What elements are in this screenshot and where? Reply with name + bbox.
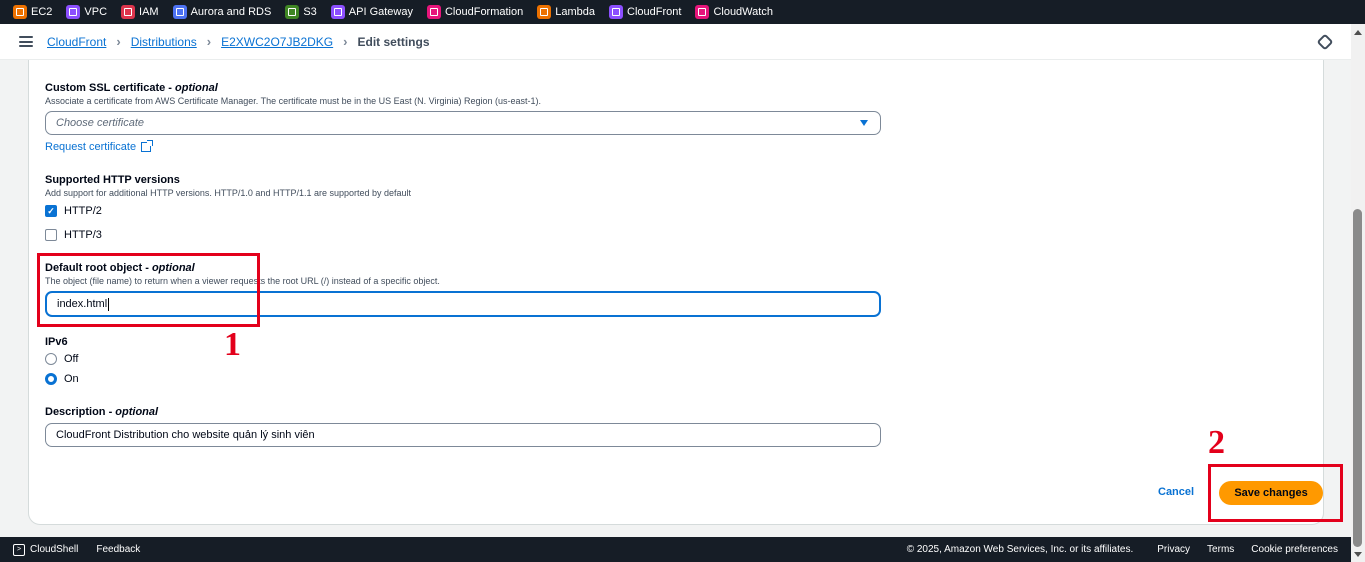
annotation-box-2 xyxy=(1208,464,1343,522)
service-shortcut-lambda[interactable]: Lambda xyxy=(537,5,595,19)
service-label: S3 xyxy=(303,6,317,18)
breadcrumb-cloudfront[interactable]: CloudFront xyxy=(47,35,106,49)
cloudwatch-icon xyxy=(695,5,710,19)
http2-checkbox[interactable]: ✓ xyxy=(45,205,57,217)
service-shortcut-rds[interactable]: Aurora and RDS xyxy=(172,5,272,19)
ipv6-label: IPv6 xyxy=(45,336,68,348)
s3-icon xyxy=(285,5,300,19)
vpc-icon xyxy=(66,5,81,19)
service-shortcut-iam[interactable]: IAM xyxy=(121,5,159,19)
http3-option[interactable]: HTTP/3 xyxy=(45,229,102,241)
ipv6-on-label: On xyxy=(64,373,79,385)
service-label: IAM xyxy=(139,6,159,18)
description-input[interactable]: CloudFront Distribution cho website quản… xyxy=(45,423,881,447)
breadcrumb-distribution-id[interactable]: E2XWC2O7JB2DKG xyxy=(221,35,333,49)
cloudfront-icon xyxy=(609,5,624,19)
info-panel-icon[interactable] xyxy=(1316,33,1334,51)
scrollbar[interactable] xyxy=(1351,24,1365,562)
ipv6-off-radio[interactable] xyxy=(45,353,57,365)
iam-icon xyxy=(121,5,136,19)
description-label: Description - optional xyxy=(45,406,159,418)
rds-icon xyxy=(172,5,187,19)
service-shortcut-s3[interactable]: S3 xyxy=(285,5,317,19)
service-label: Lambda xyxy=(555,6,596,18)
annotation-number-1: 1 xyxy=(224,326,241,363)
certificate-select-placeholder: Choose certificate xyxy=(56,117,145,129)
certificate-select[interactable]: Choose certificate xyxy=(45,111,881,135)
service-label: API Gateway xyxy=(348,6,413,18)
request-certificate-link[interactable]: Request certificate xyxy=(45,140,154,153)
menu-icon[interactable] xyxy=(19,36,33,47)
scroll-thumb[interactable] xyxy=(1353,209,1362,547)
service-shortcut-cloudwatch[interactable]: CloudWatch xyxy=(695,5,773,19)
breadcrumb-distributions[interactable]: Distributions xyxy=(131,35,197,49)
ec2-icon xyxy=(13,5,27,19)
services-bar: EC2 VPC IAM Aurora and RDS S3 API Gatewa… xyxy=(0,0,1365,24)
service-label: EC2 xyxy=(31,6,53,18)
service-label: CloudFront xyxy=(627,6,682,18)
caret-down-icon xyxy=(860,120,868,126)
external-link-icon xyxy=(141,140,154,152)
ipv6-on-option[interactable]: On xyxy=(45,373,79,385)
api-gateway-icon xyxy=(330,5,345,19)
ipv6-off-label: Off xyxy=(64,353,79,365)
cloudformation-icon xyxy=(426,5,441,19)
chevron-right-icon: › xyxy=(343,34,348,49)
http2-label: HTTP/2 xyxy=(64,205,102,217)
cookie-preferences-link[interactable]: Cookie preferences xyxy=(1251,544,1338,555)
service-shortcut-vpc[interactable]: VPC xyxy=(66,5,107,19)
feedback-link[interactable]: Feedback xyxy=(96,544,140,555)
http3-label: HTTP/3 xyxy=(64,229,102,241)
annotation-number-2: 2 xyxy=(1208,424,1225,461)
ipv6-off-option[interactable]: Off xyxy=(45,353,78,365)
terms-link[interactable]: Terms xyxy=(1207,544,1234,555)
breadcrumb-current: Edit settings xyxy=(357,34,430,49)
http-versions-description: Add support for additional HTTP versions… xyxy=(45,188,412,198)
service-shortcut-cloudformation[interactable]: CloudFormation xyxy=(426,5,524,19)
http2-option[interactable]: ✓ HTTP/2 xyxy=(45,205,102,217)
http3-checkbox[interactable] xyxy=(45,229,57,241)
description-value: CloudFront Distribution cho website quản… xyxy=(56,429,315,441)
scroll-down-icon[interactable] xyxy=(1354,552,1362,557)
console-footer: > CloudShell Feedback © 2025, Amazon Web… xyxy=(0,537,1351,562)
breadcrumb: CloudFront › Distributions › E2XWC2O7JB2… xyxy=(0,24,1351,60)
privacy-link[interactable]: Privacy xyxy=(1157,544,1190,555)
scroll-up-icon[interactable] xyxy=(1354,30,1362,35)
service-shortcut-ec2[interactable]: EC2 xyxy=(13,5,52,19)
service-label: VPC xyxy=(84,6,108,18)
cloudshell-link[interactable]: CloudShell xyxy=(30,544,78,555)
copyright-text: © 2025, Amazon Web Services, Inc. or its… xyxy=(906,544,1134,555)
ssl-label: Custom SSL certificate - optional xyxy=(45,82,218,94)
http-versions-label: Supported HTTP versions xyxy=(45,174,180,186)
service-shortcut-cloudfront[interactable]: CloudFront xyxy=(609,5,681,19)
annotation-box-1 xyxy=(37,253,260,327)
chevron-right-icon: › xyxy=(116,34,121,49)
cancel-button[interactable]: Cancel xyxy=(1158,486,1194,498)
service-label: CloudFormation xyxy=(444,6,524,18)
lambda-icon xyxy=(537,5,552,19)
ipv6-on-radio[interactable] xyxy=(45,373,57,385)
request-certificate-label: Request certificate xyxy=(45,141,137,153)
service-label: Aurora and RDS xyxy=(190,6,272,18)
service-label: CloudWatch xyxy=(713,6,773,18)
ssl-description: Associate a certificate from AWS Certifi… xyxy=(45,96,542,106)
chevron-right-icon: › xyxy=(206,34,212,49)
service-shortcut-api-gateway[interactable]: API Gateway xyxy=(330,5,413,19)
cloudshell-icon[interactable]: > xyxy=(13,543,25,556)
